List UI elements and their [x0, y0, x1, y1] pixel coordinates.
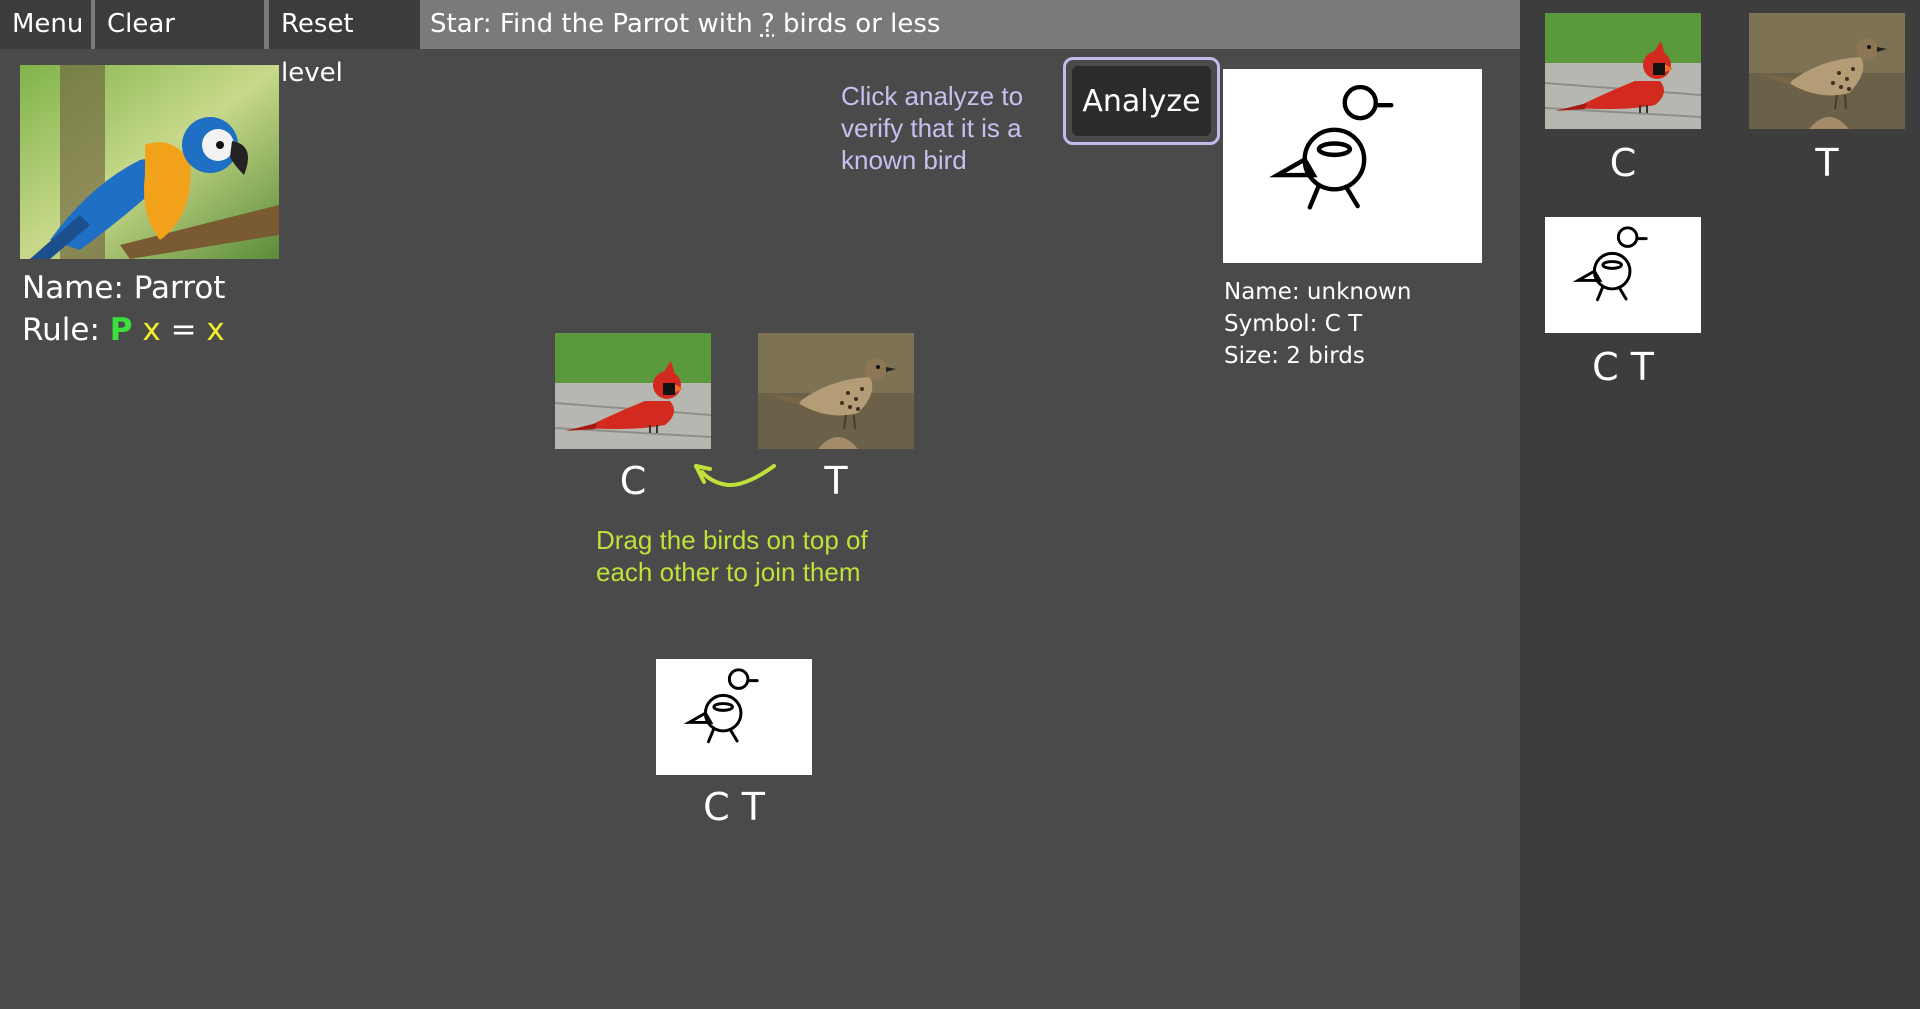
- cardinal-photo: [555, 333, 711, 449]
- rule-prefix: Rule:: [22, 312, 110, 348]
- star-prefix: Star: Find the Parrot with: [430, 9, 761, 39]
- result-bird-symbol: [1223, 69, 1482, 263]
- reset-level-button[interactable]: Reset level: [269, 0, 420, 88]
- bird-symbol-icon: [683, 668, 759, 744]
- menu-button[interactable]: Menu: [0, 0, 91, 49]
- parrot-photo: [20, 65, 279, 259]
- workspace-thrush-photo[interactable]: [758, 333, 914, 449]
- workspace-combined-label: C T: [703, 785, 765, 829]
- target-rule: Rule: P x = x: [22, 312, 225, 348]
- result-symbol: Symbol: C T: [1224, 311, 1363, 337]
- target-name: Name: Parrot: [22, 270, 226, 306]
- rule-x: x: [142, 312, 161, 348]
- star-objective: Star: Find the Parrot with ? birds or le…: [430, 0, 940, 49]
- drag-hint: Drag the birds on top of each other to j…: [596, 525, 868, 587]
- bird-symbol-icon: [1269, 84, 1394, 210]
- cardinal-photo: [1545, 13, 1701, 129]
- analyze-button-label[interactable]: Analyze: [1072, 66, 1211, 136]
- rule-equals: =: [160, 312, 207, 348]
- result-info: Name: unknown Symbol: C T Size: 2 birds: [1224, 276, 1411, 372]
- palette-cardinal-label: C: [1609, 141, 1637, 185]
- bird-symbol-icon: [1572, 226, 1648, 302]
- palette-cardinal-photo[interactable]: [1545, 13, 1701, 129]
- thrush-photo: [1749, 13, 1905, 129]
- analyze-hint: Click analyze to verify that it is a kno…: [841, 81, 1024, 175]
- analyze-button[interactable]: Analyze: [1063, 57, 1220, 145]
- clear-screen-button[interactable]: Clear screen: [95, 0, 264, 88]
- result-name: Name: unknown: [1224, 279, 1412, 305]
- palette-combined-symbol[interactable]: [1545, 217, 1701, 333]
- rule-p: P: [109, 312, 133, 348]
- palette-thrush-photo[interactable]: [1749, 13, 1905, 129]
- rule-x-result: x: [206, 312, 225, 348]
- result-size: Size: 2 birds: [1224, 343, 1365, 369]
- top-toolbar: Menu Clear screen Reset level Star: Find…: [0, 0, 1520, 88]
- workspace-thrush-label: T: [824, 459, 848, 503]
- workspace-cardinal-photo[interactable]: [555, 333, 711, 449]
- palette-thrush-label: T: [1815, 141, 1839, 185]
- curved-arrow-icon: [694, 464, 776, 488]
- thrush-photo: [758, 333, 914, 449]
- palette-combined-label: C T: [1592, 345, 1654, 389]
- workspace-combined-symbol[interactable]: [656, 659, 812, 775]
- star-suffix: birds or less: [774, 9, 941, 39]
- star-count: ?: [760, 9, 775, 39]
